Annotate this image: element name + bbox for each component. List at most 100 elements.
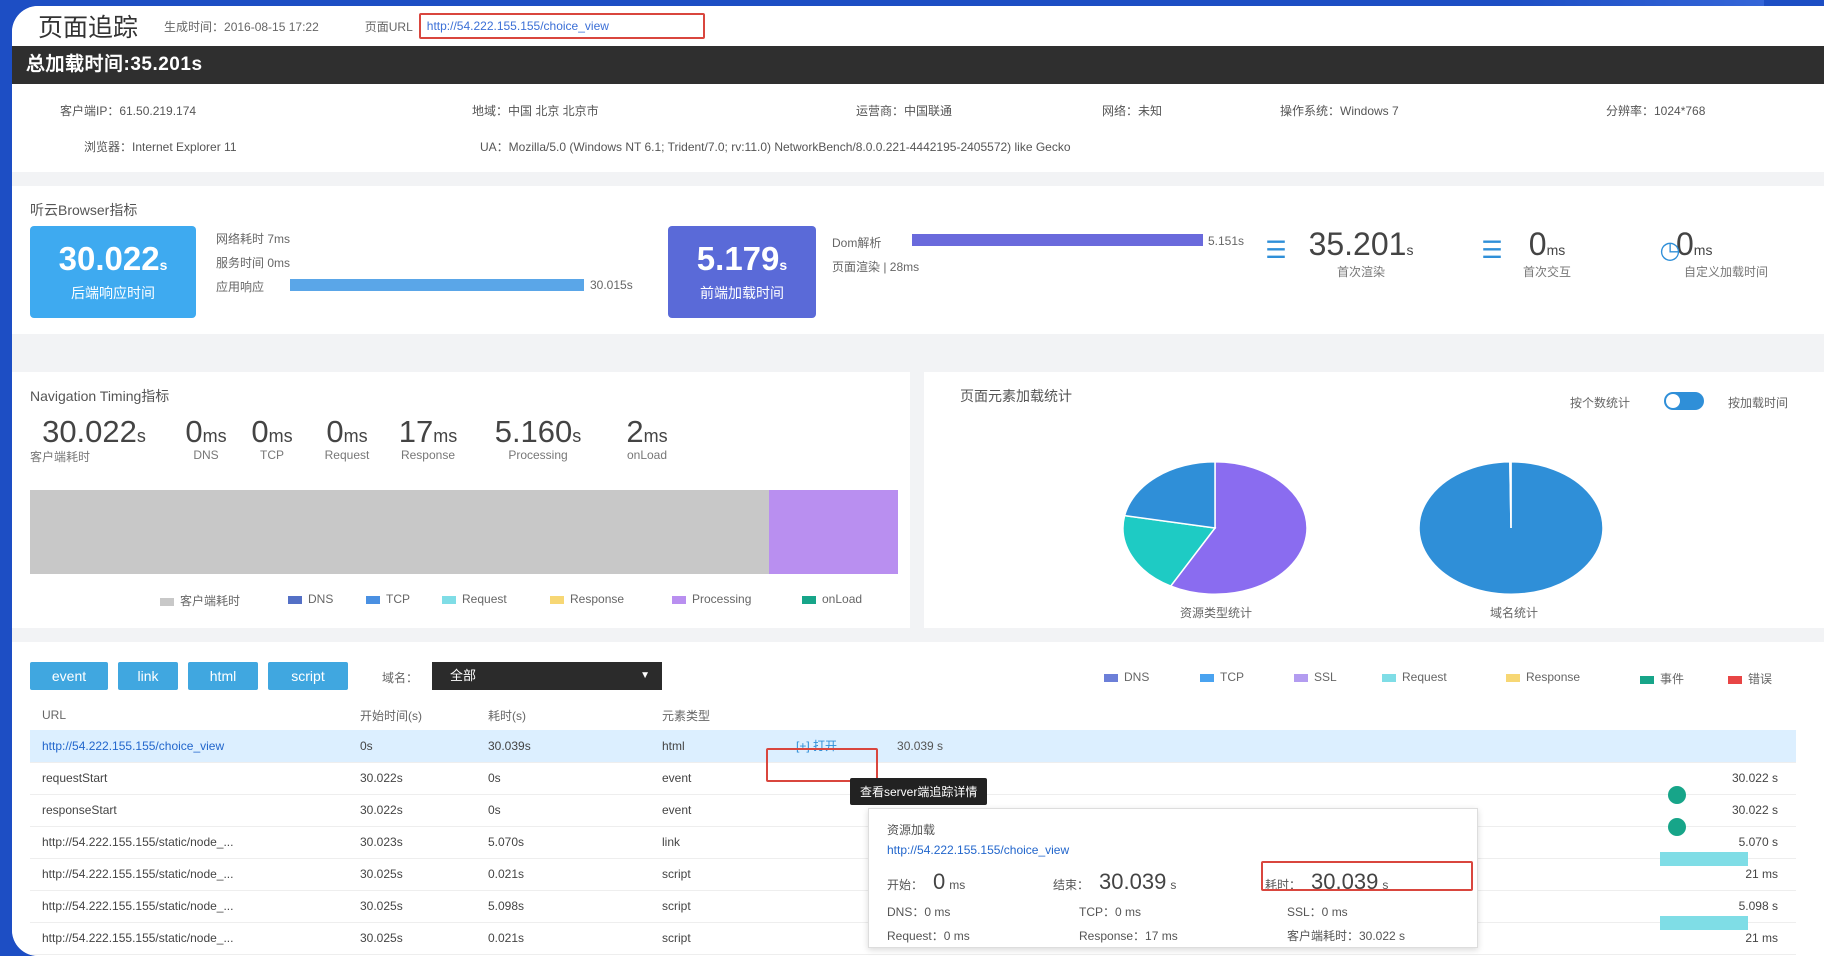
page-url-link[interactable]: http://54.222.155.155/choice_view	[418, 13, 705, 39]
row-duration: 0.021s	[476, 858, 650, 891]
page-frame: 页面追踪 生成时间：2016-08-15 17:22 页面URL http://…	[12, 6, 1824, 956]
nt-legend-item[interactable]: DNS	[288, 592, 333, 606]
nt-legend-swatch	[672, 595, 686, 604]
nt-legend-label: TCP	[386, 592, 410, 606]
nt-bar-client-segment	[30, 490, 769, 574]
popup-end-value: 30.039	[1099, 869, 1167, 894]
row-duration: 0s	[476, 762, 650, 795]
table-row[interactable]: http://54.222.155.155/choice_view 0s 30.…	[30, 730, 1796, 763]
col-start: 开始时间(s)	[360, 708, 422, 723]
popup-response: Response：17 ms	[1079, 929, 1178, 943]
wf-legend-item[interactable]: Response	[1506, 670, 1580, 684]
nt-legend-label: onLoad	[822, 592, 863, 606]
nt-legend-swatch	[160, 597, 174, 606]
nt-legend-item[interactable]: Processing	[672, 592, 751, 606]
wf-legend-item[interactable]: 错误	[1728, 670, 1772, 687]
row-url[interactable]: http://54.222.155.155/static/node_...	[30, 826, 348, 859]
nt-legend-swatch	[442, 595, 456, 604]
nt-dns-unit: ms	[202, 426, 227, 446]
row-type: link	[650, 826, 760, 859]
stat-mode-toggle[interactable]	[1664, 392, 1704, 410]
wf-legend-label: Response	[1526, 670, 1581, 684]
domain-filter-label: 域名：	[382, 671, 419, 685]
nt-legend-item[interactable]: onLoad	[802, 592, 862, 606]
popup-client: 客户端耗时：30.022 s	[1287, 929, 1406, 943]
nt-legend-swatch	[288, 595, 302, 604]
domain-select[interactable]: 全部 ▼	[432, 662, 662, 690]
waterfall-bar	[1660, 916, 1748, 930]
filter-html-button[interactable]: html	[188, 662, 258, 690]
row-duration: 5.098s	[476, 890, 650, 923]
nav-timing-stacked-bar	[30, 490, 898, 574]
first-render-icon: ☰	[1265, 237, 1287, 264]
pie1-slice[interactable]	[1123, 461, 1216, 529]
first-render-unit: s	[1406, 242, 1414, 258]
nt-dns: 0ms DNS	[176, 414, 236, 462]
client-resolution: 分辨率：1024*768	[1606, 104, 1706, 118]
wf-legend-label: 错误	[1748, 672, 1773, 686]
resource-type-pie-label: 资源类型统计	[1180, 606, 1253, 620]
row-duration: 0s	[476, 794, 650, 827]
row-extra: 30.022 s	[1731, 803, 1778, 817]
frontend-load-box[interactable]: 5.179s 前端加载时间	[668, 226, 816, 318]
wf-legend-swatch	[1728, 675, 1742, 684]
wf-legend-swatch	[1640, 675, 1654, 684]
wf-legend-item[interactable]: 事件	[1640, 670, 1684, 687]
wf-legend-swatch	[1294, 673, 1308, 682]
row-url[interactable]: requestStart	[30, 762, 348, 795]
wf-legend-label: Request	[1402, 670, 1447, 684]
total-load-time-banner: 总加载时间:35.201s	[12, 46, 1824, 84]
nt-onload-label: onLoad	[626, 448, 668, 462]
frontend-load-unit: s	[779, 257, 788, 273]
client-network: 网络：未知	[1102, 104, 1163, 118]
domain-select-value: 全部	[450, 668, 477, 683]
frontend-load-label: 前端加载时间	[700, 285, 784, 301]
row-extra: 21 ms	[1745, 931, 1778, 945]
page-render-time: 页面渲染 | 28ms	[832, 260, 920, 274]
nt-legend-label: Request	[462, 592, 507, 606]
nt-legend-swatch	[802, 595, 816, 604]
filter-event-button[interactable]: event	[30, 662, 108, 690]
nt-bar-processing-segment	[768, 490, 898, 574]
row-url[interactable]: http://54.222.155.155/static/node_...	[30, 922, 348, 955]
nt-onload: 2ms onLoad	[612, 414, 682, 462]
col-url: URL	[42, 708, 67, 722]
row-url[interactable]: http://54.222.155.155/choice_view	[30, 730, 348, 763]
filter-script-button[interactable]: script	[268, 662, 348, 690]
wf-legend-item[interactable]: Request	[1382, 670, 1447, 684]
domain-pie	[1418, 461, 1604, 595]
wf-legend-label: SSL	[1314, 670, 1337, 684]
nt-legend-item[interactable]: Response	[550, 592, 624, 606]
nt-legend-item[interactable]: 客户端耗时	[160, 592, 240, 609]
wf-legend-swatch	[1382, 673, 1396, 682]
wf-legend-swatch	[1104, 673, 1118, 682]
dom-parse-value: 5.151s	[1208, 234, 1245, 248]
row-url[interactable]: responseStart	[30, 794, 348, 827]
wf-legend-item[interactable]: DNS	[1104, 670, 1149, 684]
row-url[interactable]: http://54.222.155.155/static/node_...	[30, 858, 348, 891]
wf-legend-item[interactable]: SSL	[1294, 670, 1337, 684]
resource-detail-popup: 资源加载 http://54.222.155.155/choice_view 开…	[868, 808, 1478, 948]
popup-start-label: 开始：	[887, 878, 924, 892]
backend-response-label: 后端响应时间	[71, 285, 155, 301]
popup-url[interactable]: http://54.222.155.155/choice_view	[887, 843, 1069, 857]
row-start: 30.022s	[348, 794, 476, 827]
popup-tcp: TCP：0 ms	[1079, 905, 1142, 919]
wf-legend-item[interactable]: TCP	[1200, 670, 1244, 684]
row-url[interactable]: http://54.222.155.155/static/node_...	[30, 890, 348, 923]
client-browser: 浏览器：Internet Explorer 11	[84, 140, 237, 154]
resource-stats-title: 页面元素加载统计	[960, 388, 1072, 404]
nt-onload-unit: ms	[643, 426, 668, 446]
nt-legend-item[interactable]: Request	[442, 592, 507, 606]
nt-legend-label: Processing	[692, 592, 752, 606]
nt-dns-value: 0	[185, 414, 203, 449]
event-marker	[1668, 818, 1686, 836]
row-start: 0s	[348, 730, 476, 763]
row-extra: 5.070 s	[1738, 835, 1778, 849]
custom-load-unit: ms	[1693, 242, 1713, 258]
frontend-load-value: 5.179	[696, 240, 780, 277]
backend-response-box[interactable]: 30.022s 后端响应时间	[30, 226, 196, 318]
filter-link-button[interactable]: link	[118, 662, 178, 690]
nt-legend-item[interactable]: TCP	[366, 592, 410, 606]
toggle-time-label: 按加载时间	[1728, 396, 1789, 410]
